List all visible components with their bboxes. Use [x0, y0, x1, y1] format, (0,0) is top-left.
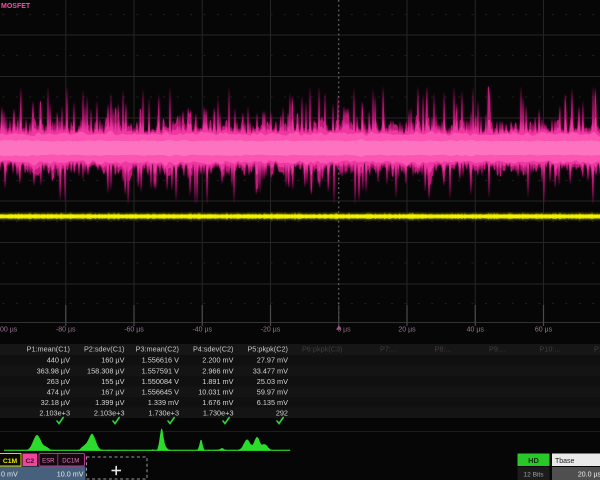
svg-text:-20 µs: -20 µs	[261, 327, 281, 334]
svg-text:HD: HD	[528, 456, 539, 465]
svg-text:P5:pkpk(C2): P5:pkpk(C2)	[247, 345, 288, 354]
svg-text:P2:sdev(C1): P2:sdev(C1)	[84, 345, 125, 354]
svg-text:12 Bits: 12 Bits	[523, 472, 544, 479]
svg-text:1.676 mV: 1.676 mV	[202, 398, 233, 407]
svg-text:2.103e+3: 2.103e+3	[94, 409, 125, 418]
svg-text:440 µV: 440 µV	[47, 356, 70, 365]
svg-text:MOSFET: MOSFET	[1, 3, 31, 10]
svg-text:1.550084 V: 1.550084 V	[142, 377, 179, 386]
svg-text:-80 µs: -80 µs	[56, 327, 76, 334]
svg-text:0 µs: 0 µs	[337, 327, 351, 334]
svg-text:6.135 mV: 6.135 mV	[257, 398, 288, 407]
svg-text:P4:sdev(C2): P4:sdev(C2)	[193, 345, 234, 354]
svg-text:1.730e+3: 1.730e+3	[148, 409, 179, 418]
svg-text:-40 µs: -40 µs	[192, 327, 212, 334]
svg-text:363.98 µV: 363.98 µV	[37, 367, 71, 376]
svg-text:DC1M: DC1M	[62, 459, 79, 465]
svg-text:0 mV: 0 mV	[1, 470, 18, 479]
svg-text:P10:...: P10:...	[539, 345, 560, 354]
svg-text:2.103e+3: 2.103e+3	[39, 409, 70, 418]
svg-text:P3:mean(C2): P3:mean(C2)	[136, 345, 179, 354]
svg-text:167 µV: 167 µV	[101, 388, 124, 397]
svg-text:60 µs: 60 µs	[535, 327, 553, 334]
svg-text:P6:pkpk(C3): P6:pkpk(C3)	[302, 345, 343, 354]
svg-text:292: 292	[276, 409, 288, 418]
svg-text:P8:...: P8:...	[434, 345, 451, 354]
svg-text:158.308 µV: 158.308 µV	[87, 367, 125, 376]
svg-text:1.399 µV: 1.399 µV	[95, 398, 124, 407]
svg-text:263 µV: 263 µV	[47, 377, 70, 386]
svg-text:1.730e+3: 1.730e+3	[203, 409, 234, 418]
svg-text:C1M: C1M	[3, 458, 18, 465]
svg-text:Tbase: Tbase	[555, 458, 575, 465]
svg-text:10.031 mV: 10.031 mV	[198, 388, 233, 397]
svg-text:20 µs: 20 µs	[398, 327, 416, 334]
svg-text:1.556616 V: 1.556616 V	[142, 356, 179, 365]
svg-text:P7:...: P7:...	[380, 345, 397, 354]
svg-text:P11:...: P11:...	[594, 345, 600, 354]
svg-text:1.339 mV: 1.339 mV	[148, 398, 179, 407]
svg-text:20.0 µs: 20.0 µs	[578, 472, 600, 479]
svg-text:160 µV: 160 µV	[101, 356, 124, 365]
svg-text:27.97 mV: 27.97 mV	[257, 356, 288, 365]
svg-text:P9:...: P9:...	[489, 345, 506, 354]
svg-text:10.0 mV: 10.0 mV	[57, 470, 84, 479]
svg-text:155 µV: 155 µV	[101, 377, 124, 386]
svg-text:1.891 mV: 1.891 mV	[202, 377, 233, 386]
svg-text:P1:mean(C1): P1:mean(C1)	[27, 345, 70, 354]
svg-text:1.557591 V: 1.557591 V	[142, 367, 179, 376]
svg-text:33.477 mV: 33.477 mV	[253, 367, 288, 376]
svg-text:-60 µs: -60 µs	[124, 327, 144, 334]
svg-text:00 µs: 00 µs	[0, 327, 18, 334]
svg-text:25.03 mV: 25.03 mV	[257, 377, 288, 386]
svg-text:2.200 mV: 2.200 mV	[202, 356, 233, 365]
svg-text:1.556645 V: 1.556645 V	[142, 388, 179, 397]
svg-text:ESR: ESR	[42, 459, 55, 465]
svg-text:474 µV: 474 µV	[47, 388, 70, 397]
svg-text:40 µs: 40 µs	[467, 327, 485, 334]
svg-text:2.966 mV: 2.966 mV	[202, 367, 233, 376]
svg-text:59.97 mV: 59.97 mV	[257, 388, 288, 397]
svg-text:C2: C2	[25, 458, 34, 465]
svg-text:32.18 µV: 32.18 µV	[41, 398, 70, 407]
